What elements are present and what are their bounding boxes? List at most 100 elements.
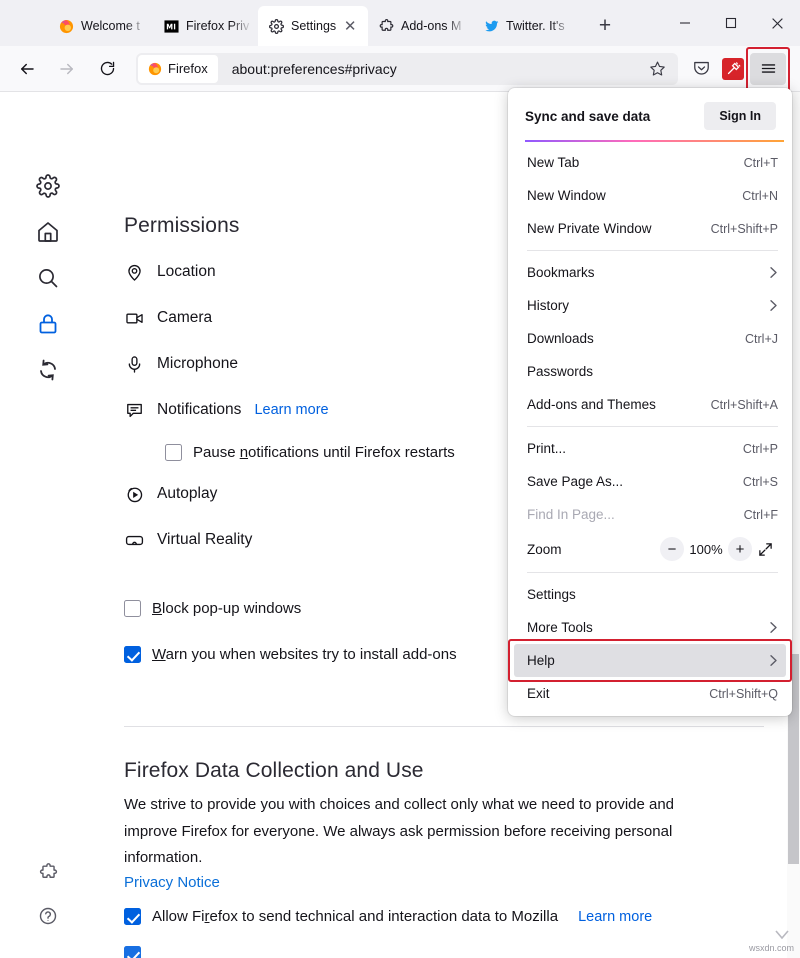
extension-icon[interactable]	[722, 58, 744, 80]
menu-label: Help	[527, 653, 769, 668]
permission-row-location[interactable]: Location	[124, 262, 216, 282]
telemetry-learn-more-link[interactable]: Learn more	[578, 909, 652, 925]
star-icon[interactable]	[642, 60, 672, 77]
watermark-icon	[774, 929, 790, 944]
sidebar-item-firefox-support[interactable]	[32, 900, 64, 932]
sidebar-item-sync[interactable]	[32, 354, 64, 386]
tab-firefox-privacy[interactable]: Firefox Priv	[153, 6, 258, 46]
menu-item-help[interactable]: Help	[514, 644, 786, 677]
maximize-button[interactable]	[708, 0, 754, 46]
block-popups-row[interactable]: Block pop-up windows	[124, 600, 301, 617]
menu-item-settings[interactable]: Settings	[508, 578, 792, 611]
sidebar-item-privacy-security[interactable]	[32, 308, 64, 340]
menu-item-bookmarks[interactable]: Bookmarks	[508, 256, 792, 289]
notification-icon	[124, 400, 144, 420]
twitter-icon	[483, 18, 499, 34]
permission-row-camera[interactable]: Camera	[124, 308, 212, 328]
minimize-button[interactable]	[662, 0, 708, 46]
menu-label: New Private Window	[527, 221, 711, 236]
notifications-learn-more-link[interactable]: Learn more	[254, 402, 328, 418]
microphone-icon	[124, 354, 144, 374]
hamburger-icon[interactable]	[750, 53, 786, 85]
sync-gradient-divider	[525, 140, 784, 142]
menu-item-history[interactable]: History	[508, 289, 792, 322]
chevron-right-icon	[769, 299, 778, 312]
zoom-row: Zoom − 100% +	[508, 531, 792, 567]
sidebar-item-extensions-themes[interactable]	[32, 856, 64, 888]
tab-settings[interactable]: Settings ✕	[258, 6, 368, 46]
reload-button[interactable]	[90, 52, 124, 86]
menu-label: History	[527, 298, 769, 313]
pocket-icon[interactable]	[684, 52, 718, 86]
tab-welcome[interactable]: Welcome t	[48, 6, 153, 46]
data-collection-heading: Firefox Data Collection and Use	[124, 759, 424, 783]
menu-item-find-in-page[interactable]: Find In Page... Ctrl+F	[508, 498, 792, 531]
permission-row-virtual-reality[interactable]: Virtual Reality	[124, 530, 252, 550]
warn-addons-checkbox[interactable]	[124, 646, 141, 663]
autoplay-icon	[124, 484, 144, 504]
tab-addons[interactable]: Add-ons M	[368, 6, 473, 46]
menu-item-downloads[interactable]: Downloads Ctrl+J	[508, 322, 792, 355]
menu-item-more-tools[interactable]: More Tools	[508, 611, 792, 644]
privacy-notice-link[interactable]: Privacy Notice	[124, 874, 220, 891]
block-popups-checkbox[interactable]	[124, 600, 141, 617]
sign-in-button[interactable]: Sign In	[704, 102, 776, 130]
data-collection-paragraph: We strive to provide you with choices an…	[124, 792, 716, 872]
pause-notifications-row[interactable]: Pause notifications until Firefox restar…	[165, 444, 455, 461]
menu-label: Find In Page...	[527, 507, 744, 522]
forward-button[interactable]	[50, 52, 84, 86]
menu-label: More Tools	[527, 620, 769, 635]
back-button[interactable]	[10, 52, 44, 86]
fullscreen-icon[interactable]	[752, 542, 778, 557]
zoom-in-button[interactable]: +	[728, 537, 752, 561]
window-controls	[662, 0, 800, 46]
menu-item-passwords[interactable]: Passwords	[508, 355, 792, 388]
tab-twitter[interactable]: Twitter. It's	[473, 6, 578, 46]
pause-notifications-checkbox[interactable]	[165, 444, 182, 461]
permission-row-autoplay[interactable]: Autoplay	[124, 484, 217, 504]
studies-row-partial[interactable]	[124, 946, 141, 958]
warn-addons-row[interactable]: Warn you when websites try to install ad…	[124, 646, 457, 663]
menu-label: New Window	[527, 188, 742, 203]
sidebar-item-search[interactable]	[32, 262, 64, 294]
menu-item-addons-and-themes[interactable]: Add-ons and Themes Ctrl+Shift+A	[508, 388, 792, 421]
menu-item-print[interactable]: Print... Ctrl+P	[508, 432, 792, 465]
url-input[interactable]: about:preferences#privacy	[218, 61, 642, 77]
telemetry-checkbox[interactable]	[124, 908, 141, 925]
menu-item-new-window[interactable]: New Window Ctrl+N	[508, 179, 792, 212]
warn-addons-label: Warn you when websites try to install ad…	[152, 646, 457, 663]
telemetry-row[interactable]: Allow Firefox to send technical and inte…	[124, 908, 652, 925]
permission-row-microphone[interactable]: Microphone	[124, 354, 238, 374]
close-button[interactable]	[754, 0, 800, 46]
pause-notifications-label: Pause notifications until Firefox restar…	[193, 444, 455, 461]
menu-item-save-page-as[interactable]: Save Page As... Ctrl+S	[508, 465, 792, 498]
address-bar[interactable]: Firefox about:preferences#privacy	[136, 53, 678, 85]
close-icon[interactable]: ✕	[343, 19, 357, 34]
sync-title: Sync and save data	[525, 109, 650, 124]
mozilla-m-icon	[163, 18, 179, 34]
firefox-icon	[148, 62, 162, 76]
menu-label: Bookmarks	[527, 265, 769, 280]
zoom-value[interactable]: 100%	[684, 542, 728, 557]
sidebar-item-home[interactable]	[32, 216, 64, 248]
menu-label: Print...	[527, 441, 743, 456]
menu-item-new-tab[interactable]: New Tab Ctrl+T	[508, 146, 792, 179]
tab-label: Welcome t	[81, 19, 147, 33]
chevron-right-icon	[769, 621, 778, 634]
permission-label: Autoplay	[157, 485, 217, 503]
tab-label: Firefox Priv	[186, 19, 252, 33]
sidebar-item-general[interactable]	[32, 170, 64, 202]
chevron-right-icon	[769, 654, 778, 667]
menu-shortcut: Ctrl+T	[744, 156, 778, 170]
studies-checkbox[interactable]	[124, 946, 141, 958]
location-icon	[124, 262, 144, 282]
new-tab-button[interactable]: +	[588, 9, 622, 43]
identity-chip[interactable]: Firefox	[138, 55, 218, 83]
menu-item-exit[interactable]: Exit Ctrl+Shift+Q	[508, 677, 792, 710]
menu-label: Downloads	[527, 331, 745, 346]
menu-item-new-private-window[interactable]: New Private Window Ctrl+Shift+P	[508, 212, 792, 245]
zoom-out-button[interactable]: −	[660, 537, 684, 561]
permission-row-notifications[interactable]: Notifications Learn more	[124, 400, 329, 420]
permissions-heading: Permissions	[124, 214, 239, 238]
identity-label: Firefox	[168, 61, 208, 76]
